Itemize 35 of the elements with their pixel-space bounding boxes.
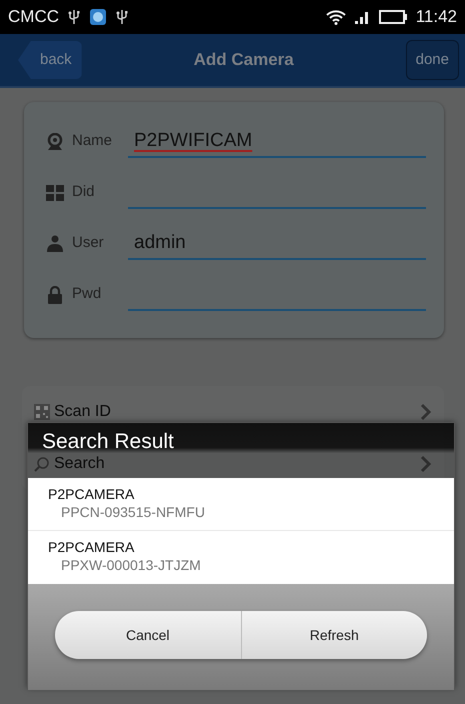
chevron-right-icon [420,455,432,473]
device-id: PPCN-093515-NFMFU [60,502,206,521]
device-name: P2PCAMERA [48,486,136,503]
carrier-name: CMCC [8,6,59,28]
grid-icon [46,184,64,202]
search-icon [34,456,50,472]
input-field[interactable]: admin [128,228,426,260]
clock-time: 11:42 [416,6,457,28]
row-label: Search [54,454,106,474]
qr-code-icon [34,404,50,420]
back-button[interactable]: back [18,40,82,80]
dialog-button[interactable]: Cancel [55,611,240,659]
row-label: Scan ID [54,402,112,422]
result-item[interactable]: P2PCAMERA PPXW-000013-JTJZM [28,531,454,584]
field-label: Pwd [72,284,102,304]
dialog-button[interactable]: Refresh [240,611,427,659]
lock-icon [46,286,64,304]
screen-title: Add Camera [194,49,294,72]
result-item[interactable]: P2PCAMERA PPCN-093515-NFMFU [28,478,454,531]
done-button[interactable]: done [406,40,459,80]
battery-icon [378,9,408,25]
field-label: User [72,233,104,254]
signal-icon [354,10,370,24]
usb-icon [115,9,129,25]
usb-icon [67,9,81,25]
chevron-right-icon [420,403,432,421]
app-icon [89,8,107,26]
input-field[interactable]: P2PWIFICAM [128,126,426,158]
device-name: P2PCAMERA [48,539,136,556]
wifi-icon [326,9,346,25]
field-label: Name [72,131,112,152]
field-label: Did [72,182,95,202]
device-id: PPXW-000013-JTJZM [60,556,202,574]
camera-icon [46,132,64,150]
user-icon [46,234,64,252]
